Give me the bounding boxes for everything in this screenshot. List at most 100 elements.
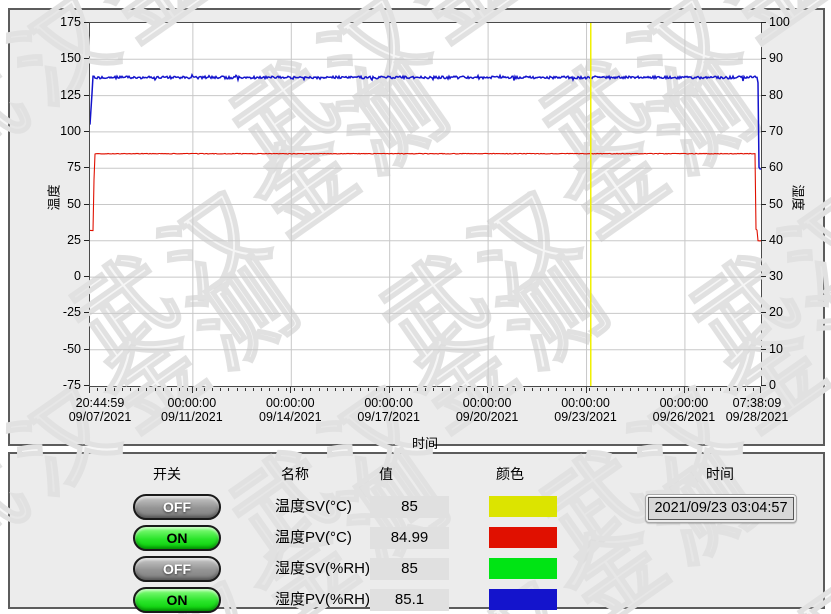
- trend-chart[interactable]: [90, 23, 761, 386]
- x-minor-tick: [368, 388, 369, 391]
- x-minor-tick: [319, 388, 320, 391]
- x-minor-tick: [204, 388, 205, 391]
- x-minor-tick: [122, 388, 123, 391]
- plot-area[interactable]: [89, 22, 762, 387]
- x-minor-tick: [360, 388, 361, 391]
- y-left-tick-label: 175: [31, 16, 81, 28]
- x-tick-time: 00:00:00: [344, 396, 434, 410]
- x-tick-label: 07:38:0909/28/2021: [712, 396, 802, 424]
- x-tick-time: 00:00:00: [541, 396, 631, 410]
- switch-humid-sv[interactable]: OFF: [133, 556, 221, 582]
- x-minor-tick: [507, 388, 508, 391]
- x-major-tick: [389, 387, 390, 393]
- x-minor-tick: [548, 388, 549, 391]
- x-major-tick: [760, 387, 761, 393]
- x-minor-tick: [327, 388, 328, 391]
- x-tick-date: 09/28/2021: [712, 410, 802, 424]
- y-left-tick-mark: [84, 131, 89, 132]
- switch-temp-pv[interactable]: ON: [133, 525, 221, 551]
- y-left-tick-mark: [84, 240, 89, 241]
- x-minor-tick: [278, 388, 279, 391]
- x-minor-tick: [565, 388, 566, 391]
- switch-humid-pv[interactable]: ON: [133, 587, 221, 613]
- x-minor-tick: [515, 388, 516, 391]
- x-minor-tick: [466, 388, 467, 391]
- x-tick-date: 09/20/2021: [442, 410, 532, 424]
- x-minor-tick: [294, 388, 295, 391]
- y-right-tick-mark: [761, 167, 766, 168]
- value-humid-pv: 85.1: [370, 589, 449, 611]
- value-temp-sv: 85: [370, 496, 449, 518]
- y-left-tick-label: 75: [31, 161, 81, 173]
- x-minor-tick: [130, 388, 131, 391]
- y-left-tick-label: 25: [31, 234, 81, 246]
- x-minor-tick: [187, 388, 188, 391]
- y-left-tick-mark: [84, 385, 89, 386]
- x-minor-tick: [638, 388, 639, 391]
- color-swatch-temp-sv[interactable]: [489, 496, 557, 517]
- x-minor-tick: [302, 388, 303, 391]
- x-tick-label: 00:00:0009/11/2021: [147, 396, 237, 424]
- y-right-tick-label: 30: [769, 270, 819, 282]
- y-left-tick-mark: [84, 312, 89, 313]
- x-tick-date: 09/23/2021: [541, 410, 631, 424]
- x-minor-tick: [425, 388, 426, 391]
- y-right-tick-label: 60: [769, 161, 819, 173]
- x-minor-tick: [655, 388, 656, 391]
- x-tick-label: 00:00:0009/20/2021: [442, 396, 532, 424]
- x-minor-tick: [97, 388, 98, 391]
- x-minor-tick: [729, 388, 730, 391]
- cursor-time-value: 2021/09/23 03:04:57: [648, 497, 794, 520]
- color-swatch-temp-pv[interactable]: [489, 527, 557, 548]
- y-right-tick-mark: [761, 312, 766, 313]
- x-minor-tick: [163, 388, 164, 391]
- x-minor-tick: [450, 388, 451, 391]
- color-swatch-humid-pv[interactable]: [489, 589, 557, 610]
- y-left-tick-mark: [84, 276, 89, 277]
- x-minor-tick: [245, 388, 246, 391]
- header-switch: 开关: [127, 464, 207, 484]
- x-major-tick: [192, 387, 193, 393]
- x-minor-tick: [704, 388, 705, 391]
- x-minor-tick: [269, 388, 270, 391]
- value-humid-sv: 85: [370, 558, 449, 580]
- x-minor-tick: [720, 388, 721, 391]
- x-minor-tick: [474, 388, 475, 391]
- color-swatch-humid-sv[interactable]: [489, 558, 557, 579]
- x-minor-tick: [606, 388, 607, 391]
- x-minor-tick: [483, 388, 484, 391]
- y-left-tick-label: -25: [31, 306, 81, 318]
- y-left-tick-label: 0: [31, 270, 81, 282]
- value-temp-pv: 84.99: [370, 527, 449, 549]
- x-axis-label: 时间: [395, 433, 455, 452]
- y-right-tick-mark: [761, 22, 766, 23]
- x-minor-tick: [220, 388, 221, 391]
- x-minor-tick: [458, 388, 459, 391]
- series-humidity-pv: [90, 75, 761, 169]
- x-tick-time: 07:38:09: [712, 396, 802, 410]
- y-right-tick-label: 40: [769, 234, 819, 246]
- x-tick-label: 00:00:0009/17/2021: [344, 396, 434, 424]
- x-minor-tick: [392, 388, 393, 391]
- x-major-tick: [89, 387, 90, 393]
- switch-temp-sv[interactable]: OFF: [133, 494, 221, 520]
- x-minor-tick: [630, 388, 631, 391]
- x-minor-tick: [712, 388, 713, 391]
- y-right-tick-mark: [761, 385, 766, 386]
- y-left-tick-mark: [84, 204, 89, 205]
- x-minor-tick: [237, 388, 238, 391]
- x-minor-tick: [105, 388, 106, 391]
- x-minor-tick: [171, 388, 172, 391]
- x-minor-tick: [753, 388, 754, 391]
- x-minor-tick: [622, 388, 623, 391]
- y-right-tick-label: 90: [769, 52, 819, 64]
- x-minor-tick: [589, 388, 590, 391]
- x-minor-tick: [310, 388, 311, 391]
- x-minor-tick: [679, 388, 680, 391]
- x-minor-tick: [138, 388, 139, 391]
- x-minor-tick: [253, 388, 254, 391]
- y-right-tick-mark: [761, 276, 766, 277]
- y-right-tick-label: 20: [769, 306, 819, 318]
- x-minor-tick: [384, 388, 385, 391]
- y-right-tick-mark: [761, 240, 766, 241]
